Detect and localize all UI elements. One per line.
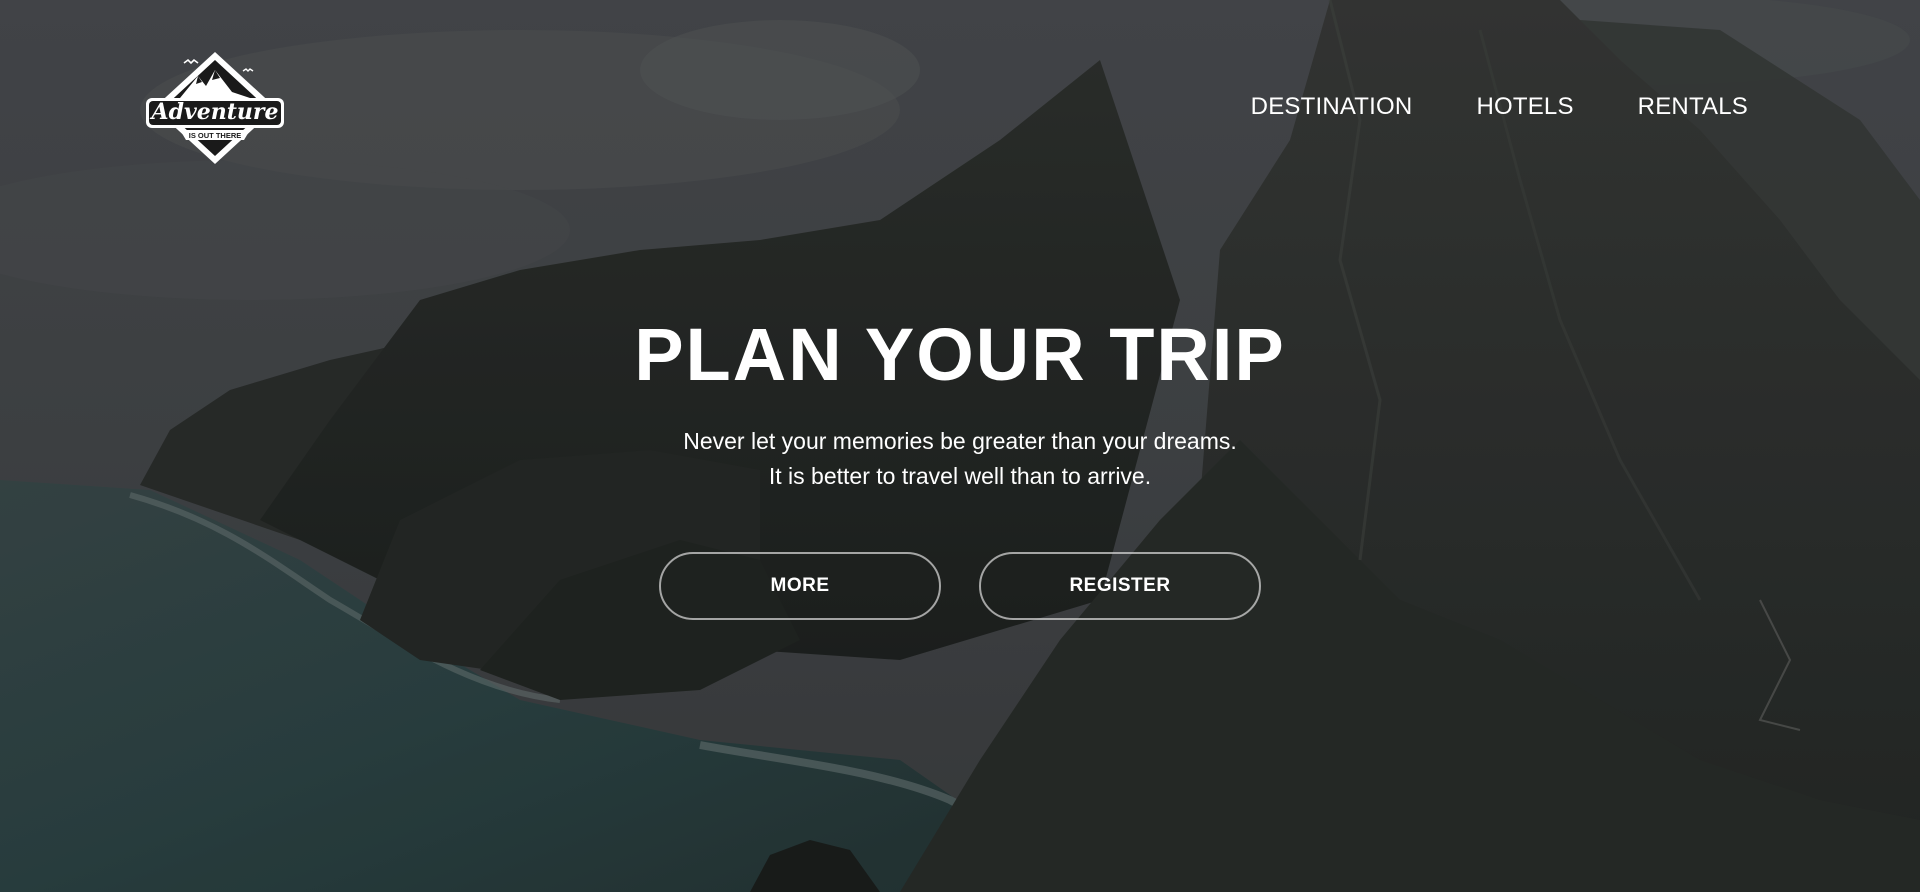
- adventure-mountain-badge-icon: Adventure IS OUT THERE: [146, 52, 284, 164]
- logo-sub-text: IS OUT THERE: [189, 131, 242, 140]
- nav-item-rentals[interactable]: RENTALS: [1638, 92, 1748, 122]
- hero-tagline-line2: It is better to travel well than to arri…: [768, 463, 1152, 489]
- hero-title: PLAN YOUR TRIP: [634, 313, 1286, 396]
- hero-tagline-line1: Never let your memories be greater than …: [683, 428, 1237, 454]
- hero-section: Adventure IS OUT THERE DESTINATION HOTEL…: [0, 0, 1920, 892]
- register-button[interactable]: REGISTER: [979, 552, 1261, 620]
- nav-item-destination[interactable]: DESTINATION: [1251, 92, 1413, 122]
- adventure-logo[interactable]: Adventure IS OUT THERE: [140, 46, 290, 171]
- nav-item-hotels[interactable]: HOTELS: [1476, 92, 1573, 122]
- main-nav: DESTINATION HOTELS RENTALS: [1251, 92, 1748, 122]
- more-button[interactable]: MORE: [659, 552, 941, 620]
- logo-main-text: Adventure: [150, 99, 279, 125]
